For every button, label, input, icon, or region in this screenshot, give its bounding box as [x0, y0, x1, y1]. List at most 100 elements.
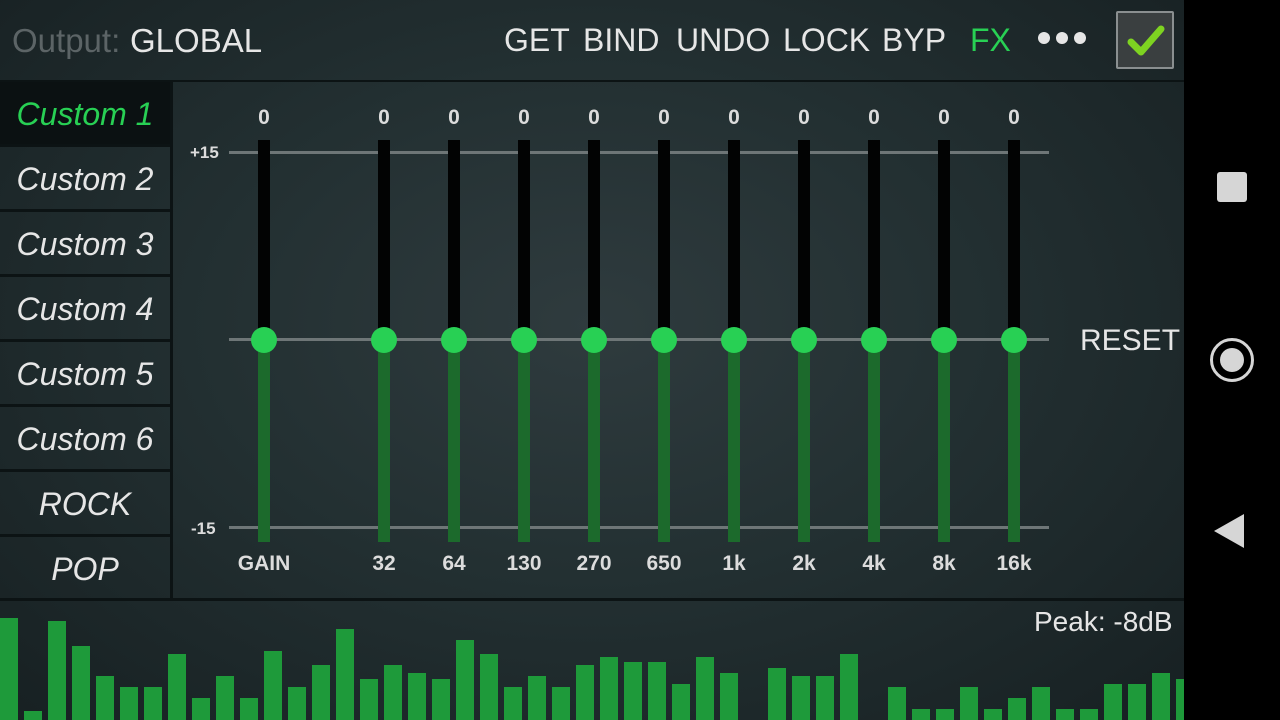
band-value: 0: [518, 106, 530, 129]
preset-item[interactable]: Custom 1: [0, 82, 170, 147]
spectrum-bar: [912, 709, 930, 720]
band-label: 270: [576, 552, 612, 575]
band-label: 8k: [932, 552, 956, 575]
spectrum-bar: [288, 687, 306, 720]
band-value: 0: [658, 106, 670, 129]
slider-knob[interactable]: [371, 326, 397, 353]
spectrum-bar: [168, 654, 186, 720]
spectrum-bar: [0, 618, 18, 720]
spectrum-bar: [312, 665, 330, 720]
spectrum-bar: [672, 684, 690, 720]
get-button[interactable]: GET: [504, 22, 570, 59]
band-value: 0: [448, 106, 460, 129]
bind-button[interactable]: BIND: [583, 22, 659, 59]
spectrum-bar: [192, 698, 210, 720]
band-label: 130: [506, 552, 542, 575]
preset-item[interactable]: Custom 3: [0, 212, 170, 277]
undo-button[interactable]: UNDO: [676, 22, 770, 59]
back-triangle-icon[interactable]: [1214, 514, 1244, 548]
slider-knob[interactable]: [791, 326, 817, 353]
slider-fill: [258, 339, 270, 542]
slider-knob[interactable]: [251, 326, 277, 353]
preset-item[interactable]: Custom 6: [0, 407, 170, 472]
reset-button[interactable]: RESET: [1080, 324, 1180, 358]
preset-list: Custom 1 Custom 2 Custom 3 Custom 4 Cust…: [0, 82, 173, 598]
spectrum-bar: [1008, 698, 1026, 720]
band-value: 0: [588, 106, 600, 129]
band-value: 0: [258, 106, 270, 129]
spectrum-bar: [24, 711, 42, 720]
slider-fill: [518, 339, 530, 542]
enable-checkbox[interactable]: [1116, 11, 1174, 69]
slider-fill: [658, 339, 670, 542]
slider-knob[interactable]: [581, 326, 607, 353]
spectrum-bar: [1128, 684, 1146, 720]
spectrum-bar: [1032, 687, 1050, 720]
spectrum-bar: [1152, 673, 1170, 720]
fx-button[interactable]: FX: [970, 22, 1011, 59]
band-label: 16k: [996, 552, 1032, 575]
band-label: GAIN: [237, 552, 291, 575]
spectrum-bar: [768, 668, 786, 720]
slider-knob[interactable]: [1001, 326, 1027, 353]
slider-knob[interactable]: [511, 326, 537, 353]
preset-item[interactable]: Custom 4: [0, 277, 170, 342]
lock-button[interactable]: LOCK: [783, 22, 870, 59]
slider-knob[interactable]: [441, 326, 467, 353]
spectrum-bar: [72, 646, 90, 720]
scale-bottom-line: [229, 526, 1049, 529]
spectrum-bar: [336, 629, 354, 720]
band-value: 0: [728, 106, 740, 129]
preset-item[interactable]: Custom 2: [0, 147, 170, 212]
checkmark-icon: [1127, 25, 1165, 56]
spectrum-bar: [144, 687, 162, 720]
spectrum-bar: [624, 662, 642, 720]
spectrum-bar: [528, 676, 546, 720]
band-label: 32: [372, 552, 396, 575]
spectrum-bar: [792, 676, 810, 720]
slider-knob[interactable]: [931, 326, 957, 353]
spectrum-bar: [552, 687, 570, 720]
preset-item[interactable]: POP: [0, 537, 170, 599]
scale-zero-line: [229, 338, 1049, 341]
equalizer-app: Output: GLOBAL GET BIND UNDO LOCK BYP FX…: [0, 0, 1194, 720]
slider-fill: [448, 339, 460, 542]
slider-fill: [798, 339, 810, 542]
peak-readout: Peak: -8dB: [1034, 606, 1173, 637]
spectrum-bar: [816, 676, 834, 720]
output-selector[interactable]: GLOBAL: [130, 22, 262, 60]
band-value: 0: [378, 106, 390, 129]
spectrum-bar: [936, 709, 954, 720]
home-circle-icon[interactable]: [1210, 338, 1254, 382]
spectrum-bar: [360, 679, 378, 720]
band-value: 0: [868, 106, 880, 129]
band-label: 1k: [722, 552, 746, 575]
bypass-button[interactable]: BYP: [882, 22, 946, 59]
spectrum-bar: [216, 676, 234, 720]
spectrum-bar: [408, 673, 426, 720]
slider-knob[interactable]: [721, 326, 747, 353]
spectrum-bar: [1104, 684, 1122, 720]
more-dots-icon[interactable]: [1038, 32, 1086, 44]
spectrum-bar: [960, 687, 978, 720]
spectrum-bar: [504, 687, 522, 720]
band-value: 0: [798, 106, 810, 129]
spectrum-analyzer: [0, 600, 1194, 720]
slider-knob[interactable]: [861, 326, 887, 353]
spectrum-bar: [96, 676, 114, 720]
preset-item[interactable]: Custom 5: [0, 342, 170, 407]
recents-square-icon[interactable]: [1217, 172, 1247, 202]
slider-fill: [728, 339, 740, 542]
band-label: 64: [442, 552, 466, 575]
slider-knob[interactable]: [651, 326, 677, 353]
spectrum-bar: [1080, 709, 1098, 720]
preset-item[interactable]: ROCK: [0, 472, 170, 537]
spectrum-bar: [456, 640, 474, 720]
scale-max-label: +15: [190, 143, 219, 162]
spectrum-bar: [240, 698, 258, 720]
spectrum-bar: [600, 657, 618, 720]
spectrum-bar: [984, 709, 1002, 720]
spectrum-bar: [576, 665, 594, 720]
band-label: 650: [646, 552, 682, 575]
band-label: 2k: [792, 552, 816, 575]
